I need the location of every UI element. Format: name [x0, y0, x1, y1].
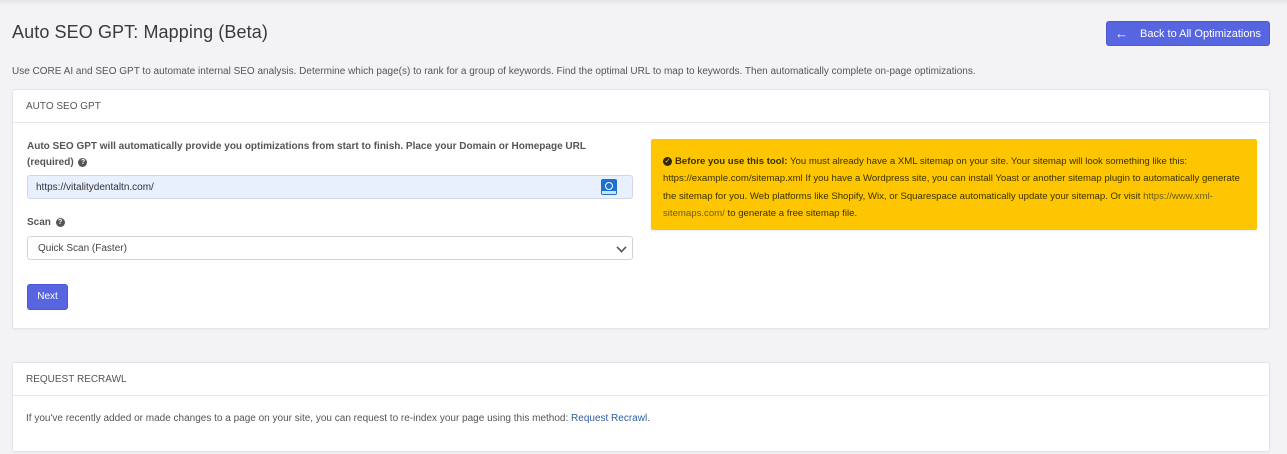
page-description: Use CORE AI and SEO GPT to automate inte…: [12, 66, 976, 77]
scan-label-text: Scan: [27, 217, 51, 228]
url-label-text: Auto SEO GPT will automatically provide …: [27, 141, 586, 152]
question-circle-icon[interactable]: ?: [78, 157, 88, 167]
scan-field-label: Scan ?: [27, 215, 65, 231]
back-button-label: Back to All Optimizations: [1140, 27, 1262, 40]
check-circle-icon: ✓: [663, 156, 672, 166]
scan-selected-value: Quick Scan (Faster): [38, 243, 127, 254]
recrawl-suffix: .: [647, 413, 650, 424]
domain-url-input[interactable]: https://vitalitydentaltn.com/: [27, 175, 633, 199]
back-to-all-optimizations-button[interactable]: ← Back to All Optimizations: [1106, 21, 1270, 46]
arrow-left-icon: ←: [1115, 26, 1128, 41]
top-shadow: [0, 0, 1287, 6]
autofill-extension-icon[interactable]: [601, 179, 617, 195]
auto-seo-gpt-card: AUTO SEO GPT Auto SEO GPT will automatic…: [12, 89, 1270, 329]
request-recrawl-card: REQUEST RECRAWL If you've recently added…: [12, 362, 1270, 452]
page-title: Auto SEO GPT: Mapping (Beta): [12, 22, 268, 42]
url-field-label: Auto SEO GPT will automatically provide …: [27, 139, 627, 171]
request-recrawl-link[interactable]: Request Recrawl: [571, 413, 647, 424]
scan-select[interactable]: Quick Scan (Faster): [27, 236, 633, 260]
chevron-down-icon: [616, 242, 627, 253]
card-header-auto-seo: AUTO SEO GPT: [13, 90, 1269, 123]
card-header-recrawl: REQUEST RECRAWL: [13, 363, 1269, 396]
warning-text-2: to generate a free sitemap file.: [724, 207, 858, 219]
next-button[interactable]: Next: [27, 284, 68, 310]
recrawl-description: If you've recently added or made changes…: [26, 413, 650, 424]
sitemap-warning-alert: ✓ Before you use this tool: You must alre…: [651, 139, 1257, 230]
url-label-required: (required): [27, 157, 74, 168]
question-circle-icon[interactable]: ?: [55, 217, 65, 227]
recrawl-text: If you've recently added or made changes…: [26, 413, 572, 424]
warning-title: Before you use this tool:: [675, 156, 788, 167]
